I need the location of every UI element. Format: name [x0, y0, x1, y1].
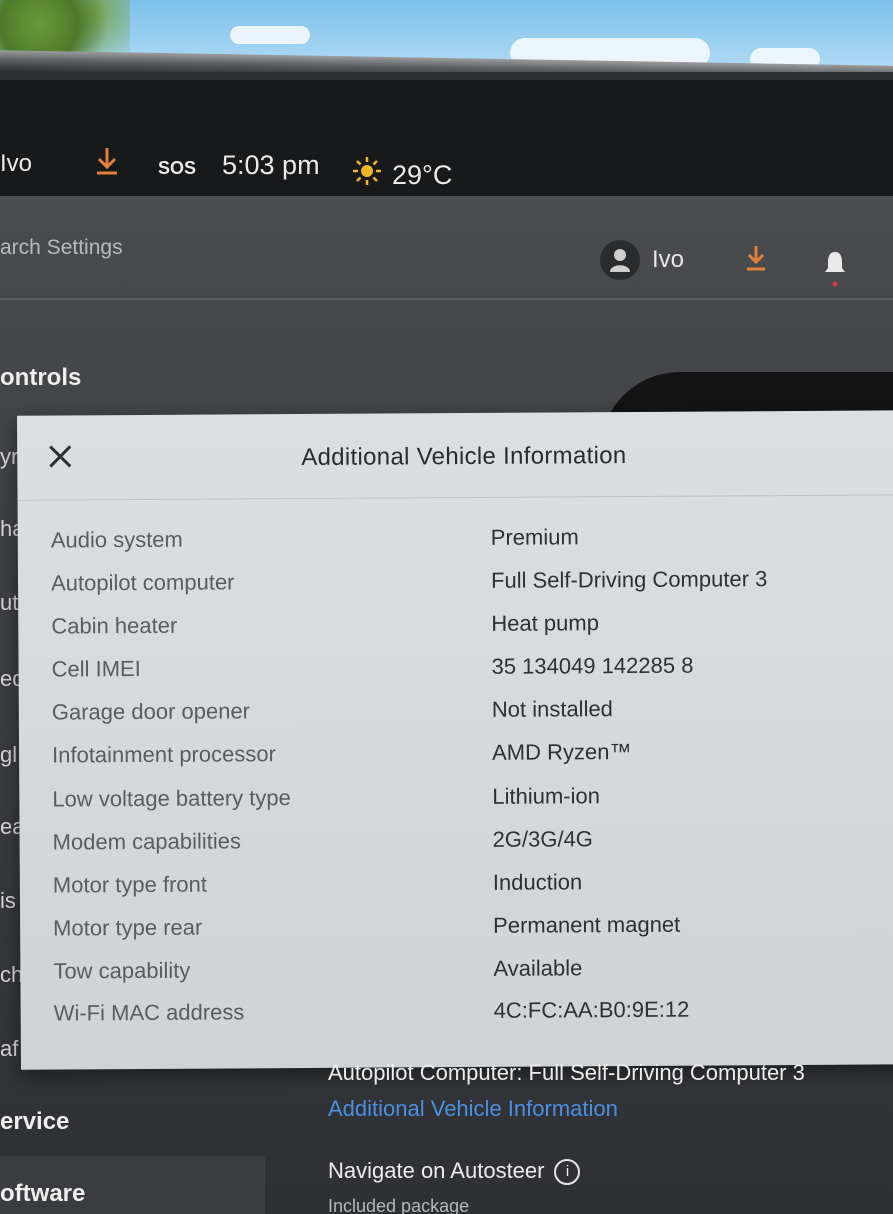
autopilot-computer-text: Autopilot Computer: Full Self-Driving Co… [328, 1060, 805, 1085]
info-row: Low voltage battery type Lithium-ion [19, 781, 893, 826]
sidebar-fragment[interactable]: af [0, 1036, 18, 1062]
info-row: Modem capabilities 2G/3G/4G [20, 824, 893, 869]
status-temperature: 29°C [392, 160, 453, 190]
info-value: 2G/3G/4G [492, 826, 593, 852]
info-label: Cell IMEI [51, 656, 141, 682]
download-icon[interactable] [744, 244, 768, 279]
info-value: Permanent magnet [493, 911, 681, 938]
info-icon[interactable]: i [554, 1159, 581, 1186]
info-label: Audio system [50, 526, 183, 553]
info-value: Premium [490, 524, 579, 550]
info-value: Heat pump [491, 610, 599, 636]
status-bar: Ivo SOS 5:03 pm 29°C [0, 80, 893, 205]
sidebar-fragment[interactable]: is [0, 888, 16, 914]
info-value: Lithium-ion [492, 783, 601, 809]
included-package-text: Included package [328, 1196, 470, 1214]
sidebar-item-software[interactable]: oftware [0, 1180, 85, 1208]
info-row: Wi-Fi MAC address 4C:FC:AA:B0:9E:12 [21, 995, 893, 1040]
additional-vehicle-info-modal: Additional Vehicle Information Audio sys… [17, 410, 893, 1070]
info-label: Motor type rear [53, 914, 203, 941]
modal-header: Additional Vehicle Information [17, 410, 893, 501]
info-label: Autopilot computer [50, 569, 235, 596]
sidebar-item-controls[interactable]: ontrols [0, 364, 81, 392]
download-icon[interactable] [94, 146, 120, 183]
info-value: Available [493, 955, 583, 981]
info-value: 35 134049 142285 8 [491, 652, 694, 679]
close-icon[interactable] [47, 443, 73, 474]
navigate-on-autosteer-label: Navigate on Autosteer [328, 1158, 545, 1183]
info-row: Audio system Premium [18, 522, 893, 567]
info-row: Motor type rear Permanent magnet [20, 910, 893, 955]
info-row: Cabin heater Heat pump [18, 608, 893, 653]
info-value: Induction [492, 869, 583, 895]
info-row: Tow capability Available [20, 953, 893, 998]
sos-label: SOS [158, 158, 197, 178]
info-row: Infotainment processor AMD Ryzen™ [19, 737, 893, 782]
sidebar-fragment[interactable]: yr [0, 444, 18, 470]
header-divider [0, 298, 893, 300]
modal-title: Additional Vehicle Information [301, 442, 627, 472]
info-label: Wi-Fi MAC address [53, 999, 245, 1026]
header-user-name[interactable]: Ivo [652, 246, 684, 274]
info-label: Low voltage battery type [52, 785, 291, 812]
info-label: Cabin heater [51, 612, 178, 639]
photo-frame: Ivo SOS 5:03 pm 29°C arch Settings Ivo o… [0, 0, 893, 1214]
info-label: Tow capability [53, 957, 191, 984]
info-value: Full Self-Driving Computer 3 [490, 566, 768, 593]
navigate-on-autosteer-row[interactable]: Navigate on Autosteer i [328, 1158, 581, 1186]
info-row: Garage door opener Not installed [19, 694, 893, 739]
info-value: Not installed [491, 696, 613, 722]
sidebar-item-service[interactable]: ervice [0, 1108, 69, 1136]
sidebar-fragment[interactable]: ut [0, 590, 18, 616]
status-user-name[interactable]: Ivo [0, 150, 32, 178]
info-value: 4C:FC:AA:B0:9E:12 [493, 996, 690, 1023]
bell-icon[interactable] [823, 250, 847, 295]
sun-icon [352, 156, 382, 193]
info-row: Autopilot computer Full Self-Driving Com… [18, 565, 893, 610]
additional-info-link[interactable]: Additional Vehicle Information [328, 1096, 618, 1122]
info-label: Modem capabilities [52, 828, 242, 855]
info-label: Motor type front [52, 871, 208, 898]
person-icon[interactable] [600, 240, 640, 280]
info-label: Infotainment processor [52, 741, 276, 768]
info-row: Motor type front Induction [20, 867, 893, 912]
sidebar-fragment[interactable]: gl [0, 742, 17, 768]
info-row: Cell IMEI 35 134049 142285 8 [18, 651, 893, 696]
status-time: 5:03 pm [222, 150, 320, 180]
info-label: Garage door opener [51, 698, 251, 725]
cloud [230, 26, 310, 44]
sos-icon[interactable]: SOS [158, 158, 196, 179]
search-input[interactable]: arch Settings [0, 236, 123, 260]
info-value: AMD Ryzen™ [491, 739, 632, 765]
